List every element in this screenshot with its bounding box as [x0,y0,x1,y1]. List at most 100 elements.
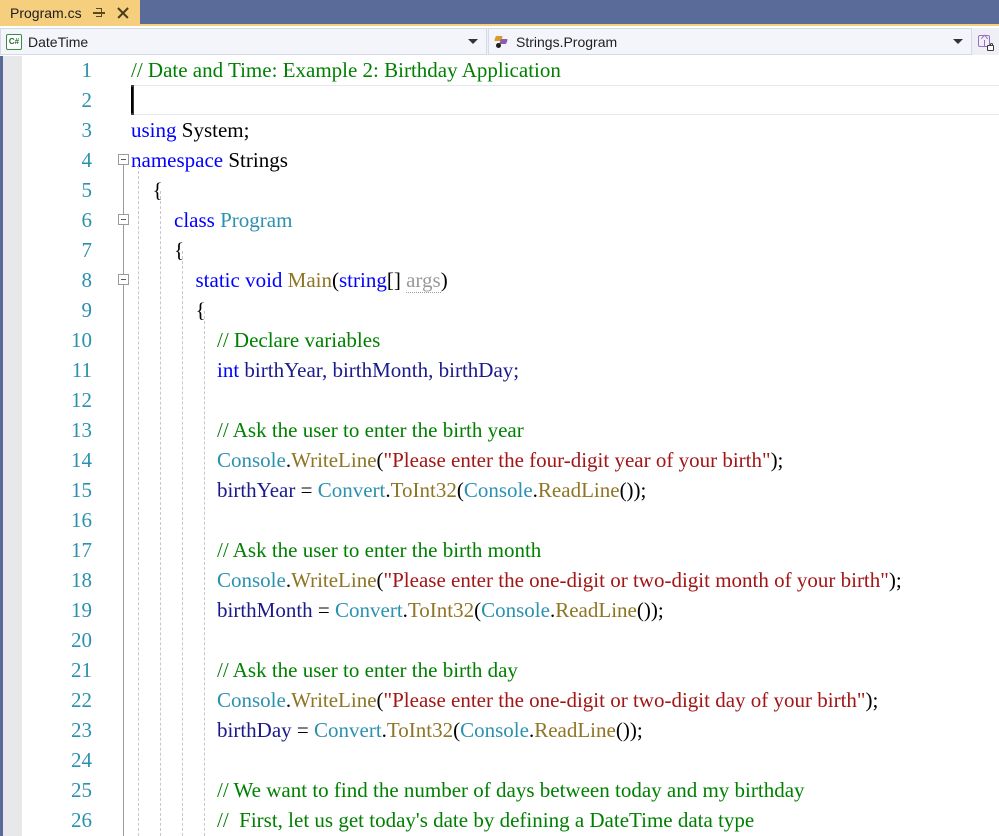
text-caret [131,87,133,113]
code-line[interactable]: birthMonth = Convert.ToInt32(Console.Rea… [217,595,664,625]
code-token: ReadLine [534,718,616,742]
code-editor[interactable]: 1 // Date and Time: Example 2: Birthday A… [0,56,999,836]
indent-guide [182,251,183,836]
code-token: using [131,118,177,142]
code-token: Convert [317,478,386,502]
code-token: ToInt32 [407,598,475,622]
code-token: WriteLine [291,688,377,712]
code-token: // Ask the user to enter the birth day [217,658,518,682]
code-token: ()); [636,598,664,622]
tab-label: Program.cs [10,5,82,21]
code-token: ( [376,688,384,712]
code-token: Console [460,718,529,742]
editor-tab-strip: Program.cs [0,0,999,26]
code-line[interactable]: // Date and Time: Example 2: Birthday Ap… [131,56,561,85]
code-token: ()); [619,478,647,502]
code-token: ); [888,568,902,592]
code-token: ( [456,478,464,502]
code-token: // Ask the user to enter the birth month [217,538,542,562]
code-token: Strings [223,148,288,172]
code-token: namespace [131,148,224,172]
locked-cube-icon[interactable] [972,28,998,55]
line-number: 8 [81,268,93,292]
line-number: 21 [71,658,92,682]
code-token: WriteLine [291,568,377,592]
code-token: birthYear [217,478,296,502]
line-number: 7 [81,238,93,262]
fold-toggle-8[interactable] [118,274,129,285]
line-number: 12 [71,388,92,412]
code-token: ); [865,688,879,712]
close-icon[interactable] [116,6,130,20]
code-token: [] [386,268,407,292]
code-token: ToInt32 [390,478,457,502]
line-number: 23 [71,718,92,742]
line-number: 26 [71,808,92,832]
code-token: = [312,598,336,622]
code-line[interactable]: { [153,175,163,205]
code-token: birthDay [217,718,292,742]
code-token: args [406,268,441,293]
code-line[interactable]: // Ask the user to enter the birth day [217,655,518,685]
member-dropdown[interactable]: C# DateTime [0,28,487,55]
code-line[interactable]: // We want to find the number of days be… [217,775,805,805]
line-number: 11 [71,358,92,382]
code-line[interactable]: // Declare variables [217,325,380,355]
line-number: 25 [71,778,92,802]
line-number: 13 [71,418,92,442]
code-token: static void [195,268,283,292]
line-number: 22 [71,688,92,712]
code-token: ); [770,448,784,472]
chevron-down-icon[interactable] [468,39,478,44]
fold-region-line [123,161,124,836]
type-dropdown-value: Strings.Program [516,33,618,50]
pin-icon[interactable] [92,6,106,20]
line-number: 9 [81,298,93,322]
code-line[interactable]: birthDay = Convert.ToInt32(Console.ReadL… [217,715,643,745]
line-number: 14 [71,448,92,472]
code-line[interactable]: Console.WriteLine("Please enter the one-… [217,565,902,595]
code-line[interactable]: // First, let us get today's date by def… [217,805,754,835]
line-number: 17 [71,538,92,562]
code-token: Console [217,688,286,712]
lock-icon [987,42,994,51]
code-token: Convert [314,718,382,742]
code-token: ReadLine [537,478,620,502]
line-number: 1 [81,58,93,82]
line-number: 18 [71,568,92,592]
tab-program-cs[interactable]: Program.cs [0,0,140,26]
code-line[interactable]: class Program [174,205,292,235]
indent-guide [138,161,139,836]
fold-toggle-6[interactable] [118,214,129,225]
code-line[interactable]: namespace Strings [131,145,288,175]
fold-toggle-4[interactable] [118,154,129,165]
line-number: 16 [71,508,92,532]
code-token: "Please enter the four-digit year of you… [383,448,771,472]
code-token: class [174,208,215,232]
code-text-area[interactable]: 1 // Date and Time: Example 2: Birthday A… [0,56,999,836]
code-token: // Declare variables [217,328,381,352]
indent-guide [204,311,205,836]
code-line[interactable]: birthYear = Convert.ToInt32(Console.Read… [217,475,646,505]
code-line[interactable]: static void Main(string[] args) [196,265,448,295]
line-number: 4 [81,148,93,172]
code-token: = [291,718,314,742]
chevron-down-icon[interactable] [953,39,963,44]
code-token: // First, let us get today's date by def… [217,808,755,832]
code-line[interactable]: // Ask the user to enter the birth year [217,415,524,445]
code-line[interactable]: using System; [131,115,249,145]
member-dropdown-value: DateTime [28,33,89,50]
code-token: WriteLine [291,448,377,472]
code-token: ( [376,568,384,592]
csharp-file-icon: C# [6,33,22,50]
code-token: // Date and Time: Example 2: Birthday Ap… [131,58,561,82]
navigation-bar: C# DateTime Strings.Program [0,28,999,55]
code-line[interactable]: // Ask the user to enter the birth month [217,535,541,565]
code-token: Main [287,268,332,292]
code-line[interactable]: int birthYear, birthMonth, birthDay; [217,355,519,385]
code-line[interactable]: Console.WriteLine("Please enter the one-… [217,685,878,715]
type-dropdown[interactable]: Strings.Program [488,28,972,55]
code-token: birthYear, birthMonth, birthDay; [244,358,520,382]
code-line[interactable]: Console.WriteLine("Please enter the four… [217,445,783,475]
code-token: System; [176,118,250,142]
